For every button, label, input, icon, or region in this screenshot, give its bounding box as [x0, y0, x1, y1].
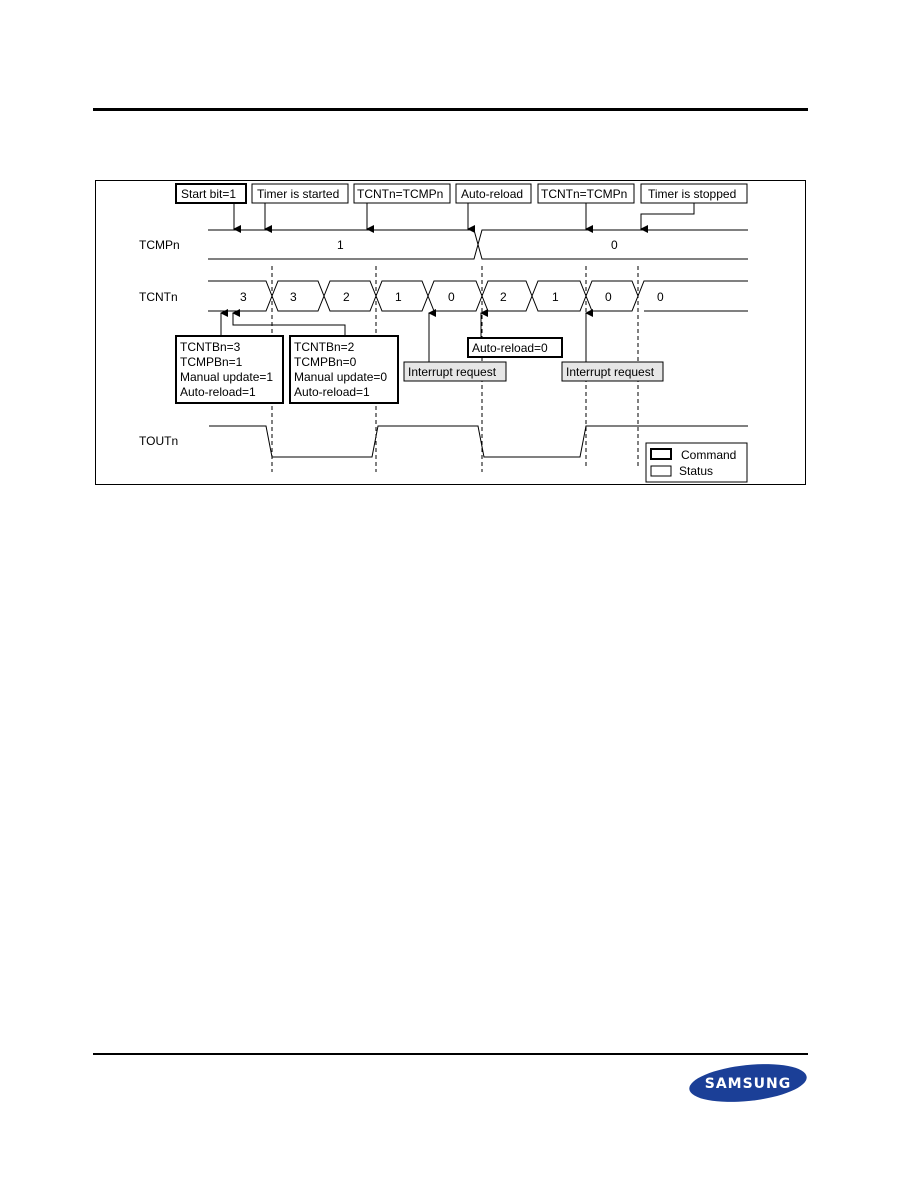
box-line: Auto-reload=1	[180, 385, 256, 399]
command-box-initial: TCNTBn=3 TCMPBn=1 Manual update=1 Auto-r…	[175, 309, 284, 404]
signal-name-tcmp: TCMPn	[139, 238, 180, 252]
signal-name-tout: TOUTn	[139, 434, 178, 448]
box-line: TCMPBn=0	[294, 355, 357, 369]
label-text: Timer is started	[257, 187, 339, 201]
tcmp-value: 1	[337, 238, 344, 252]
interrupt-request-2: Interrupt request	[561, 309, 664, 382]
tcnt-value: 1	[395, 290, 402, 304]
tcnt-waveform	[208, 280, 748, 312]
top-label-compare-match-2: TCNTn=TCMPn	[537, 183, 635, 233]
tcnt-value: 0	[605, 290, 612, 304]
label-text: TCNTn=TCMPn	[357, 187, 443, 201]
box-line: Auto-reload=1	[294, 385, 370, 399]
legend-label-command: Command	[681, 448, 736, 462]
legend-swatch-command	[650, 448, 672, 460]
top-label-start-bit: Start bit=1	[175, 183, 247, 233]
legend: Command Status	[645, 442, 748, 483]
tcnt-value: 3	[240, 290, 247, 304]
box-line: TCMPBn=1	[180, 355, 243, 369]
tcnt-value: 0	[448, 290, 455, 304]
diagram-frame	[95, 180, 806, 485]
signal-name-tcnt: TCNTn	[139, 290, 178, 304]
box-line: TCNTBn=3	[180, 340, 241, 354]
top-label-timer-started: Timer is started	[251, 183, 349, 233]
samsung-logo: SAMSUNG	[689, 1064, 807, 1102]
legend-swatch-status	[650, 465, 672, 477]
top-label-auto-reload: Auto-reload	[455, 183, 532, 233]
label-text: Auto-reload	[461, 187, 523, 201]
box-line: TCNTBn=2	[294, 340, 355, 354]
box-line: Manual update=1	[180, 370, 273, 384]
tcnt-value: 2	[343, 290, 350, 304]
timer-timing-diagram: Start bit=1 Timer is started TCNTn=TCMPn…	[95, 180, 806, 485]
tcnt-value: 1	[552, 290, 559, 304]
tcnt-value: 0	[657, 290, 664, 304]
label-text: TCNTn=TCMPn	[541, 187, 627, 201]
label-text: Timer is stopped	[648, 187, 736, 201]
top-label-compare-match-1: TCNTn=TCMPn	[353, 183, 451, 233]
command-box-auto-reload-off: Auto-reload=0	[467, 309, 563, 358]
label-text: Interrupt request	[408, 365, 497, 379]
label-text: Interrupt request	[566, 365, 655, 379]
logo-text: SAMSUNG	[705, 1076, 792, 1092]
tcnt-value: 2	[500, 290, 507, 304]
footer-rule	[93, 1053, 808, 1055]
label-text: Auto-reload=0	[472, 341, 548, 355]
box-line: Manual update=0	[294, 370, 387, 384]
top-label-timer-stopped: Timer is stopped	[640, 183, 748, 233]
tcnt-values: 3 3 2 1 0 2 1 0 0	[240, 290, 664, 304]
tcnt-value: 3	[290, 290, 297, 304]
legend-label-status: Status	[679, 464, 713, 478]
tcmp-value: 0	[611, 238, 618, 252]
tcmp-waveform	[208, 229, 748, 260]
label-text: Start bit=1	[181, 187, 236, 201]
